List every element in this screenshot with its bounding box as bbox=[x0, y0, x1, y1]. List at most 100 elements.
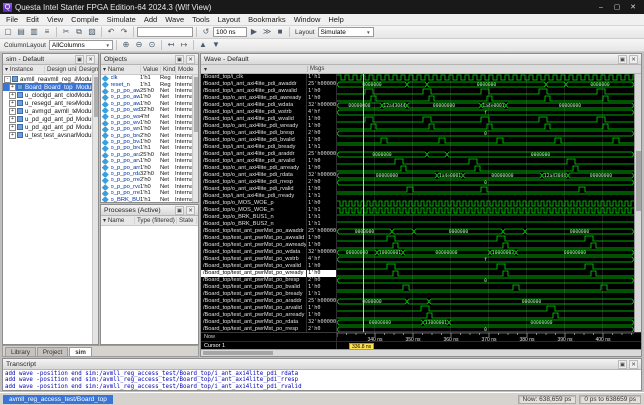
wave-signal-row[interactable]: /Board_top/test_ant_pwrMst_po_rresp2'h00 bbox=[201, 326, 641, 332]
menu-help[interactable]: Help bbox=[324, 15, 347, 24]
find-next-icon[interactable]: ▼ bbox=[210, 40, 222, 51]
processes-panel-close-icon[interactable]: ✕ bbox=[186, 206, 195, 215]
object-row[interactable]: o_p_po_araddr25'h0NetInternal bbox=[101, 152, 198, 158]
object-row[interactable]: clk1'h1RegInternal bbox=[101, 75, 198, 81]
wave-cursor-line[interactable] bbox=[363, 74, 364, 332]
wave-signal-row[interactable]: /Board_top/o_MOS_WOE_n1'h1 bbox=[201, 207, 641, 214]
wave-signal-row[interactable]: /Board_top/test_ant_pwrMst_po_arready1'h… bbox=[201, 312, 641, 319]
objects-scrollbar[interactable] bbox=[192, 75, 198, 202]
restart-icon[interactable]: ↺ bbox=[200, 27, 212, 38]
object-row[interactable]: o_p_po_rdata32'h0NetInternal bbox=[101, 171, 198, 177]
objects-scrollbar-thumb[interactable] bbox=[194, 77, 198, 132]
tab-project[interactable]: Project bbox=[37, 347, 68, 356]
column-design-u[interactable]: Design u bbox=[77, 66, 98, 73]
active-context-chip[interactable]: avmll_reg_access_test/Board_top bbox=[3, 395, 113, 404]
menu-edit[interactable]: Edit bbox=[22, 15, 43, 24]
wave-signal-row[interactable]: /Board_top/test_ant_pwrMst_po_wdata32'h0… bbox=[201, 249, 641, 256]
wave-signal-row[interactable]: /Board_top/o_ant_axi4lite_pdi_rvalid1'h0 bbox=[201, 186, 641, 193]
object-row[interactable]: o_p_po_awaddr25'h0NetInternal bbox=[101, 88, 198, 94]
menu-compile[interactable]: Compile bbox=[67, 15, 103, 24]
sim-panel-dock-icon[interactable]: ▣ bbox=[75, 55, 84, 64]
wave-signal-row[interactable]: /Board_top/o_MOS_WOE_p1'h0 bbox=[201, 200, 641, 207]
sim-scrollbar-thumb[interactable] bbox=[94, 77, 98, 117]
wave-signal-row[interactable]: /Board_top/test_ant_pwrMst_po_bready1'h1 bbox=[201, 291, 641, 298]
wave-horizontal-scrollbar-thumb[interactable] bbox=[203, 351, 273, 355]
wave-signal-row[interactable]: /Board_top/i_ant_axi4lite_pdi_rready1'h1 bbox=[201, 193, 641, 200]
sim-column-header[interactable]: ▾ InstanceDesign unitDesign u bbox=[3, 65, 98, 75]
new-file-icon[interactable]: ▢ bbox=[2, 27, 14, 38]
wave-signal-row[interactable]: /Board_top/test_ant_pwrMst_po_wvalid1'h0 bbox=[201, 263, 641, 270]
objects-panel-close-icon[interactable]: ✕ bbox=[186, 55, 195, 64]
close-button[interactable]: ✕ bbox=[625, 1, 641, 13]
wave-signal-row[interactable]: /Board_top/o_ant_axi4lite_pdi_bresp2'h00 bbox=[201, 130, 641, 137]
wave-signal-row[interactable]: /Board_top/test_ant_pwrMst_po_awaddr25'h… bbox=[201, 228, 641, 235]
processes-panel-dock-icon[interactable]: ▣ bbox=[175, 206, 184, 215]
instance-row[interactable]: +Board_topBoard_topModule bbox=[3, 83, 98, 91]
expander-icon[interactable]: + bbox=[9, 124, 16, 131]
object-row[interactable]: o_p_po_wvalid1'h0NetInternal bbox=[101, 120, 198, 126]
tab-sim[interactable]: sim bbox=[69, 347, 92, 356]
wave-signal-row[interactable]: /Board_top/o_ant_axi4lite_pdi_rdata32'h0… bbox=[201, 172, 641, 179]
object-row[interactable]: o_p_po_wready1'h0NetInternal bbox=[101, 126, 198, 132]
paste-icon[interactable]: ▨ bbox=[86, 27, 98, 38]
wave-panel-dock-icon[interactable]: ▣ bbox=[618, 55, 627, 64]
object-row[interactable]: o_p_po_arvalid1'h0NetInternal bbox=[101, 158, 198, 164]
wave-signal-row[interactable]: /Board_top/test_ant_pwrMst_po_arvalid1'h… bbox=[201, 305, 641, 312]
wave-signal-row[interactable]: /Board_top/i_ant_axi4lite_pdi_bready1'h1 bbox=[201, 144, 641, 151]
expander-icon[interactable]: + bbox=[9, 116, 16, 123]
menu-file[interactable]: File bbox=[2, 15, 22, 24]
wave-signal-row[interactable]: /Board_top/i_ant_axi4lite_pdi_araddr25'h… bbox=[201, 151, 641, 158]
wave-horizontal-scrollbar[interactable] bbox=[201, 349, 641, 356]
run-length-input[interactable] bbox=[213, 27, 247, 37]
zoom-in-icon[interactable]: ⊕ bbox=[120, 40, 132, 51]
continue-run-icon[interactable]: ≫ bbox=[261, 27, 273, 38]
maximize-button[interactable]: ▢ bbox=[609, 1, 625, 13]
find-input[interactable] bbox=[137, 27, 193, 37]
wave-signal-row[interactable]: /Board_top/o_BRK_BUS2_n1'h1 bbox=[201, 221, 641, 228]
wave-signal-row[interactable]: /Board_top/i_ant_axi4lite_pdi_arvalid1'h… bbox=[201, 158, 641, 165]
object-row[interactable]: o_BRK_BUS1_n1'h1NetInternal bbox=[101, 196, 198, 202]
wave-signal-row[interactable]: /Board_top/test_ant_pwrMst_po_rdata32'h0… bbox=[201, 319, 641, 326]
column-type-filtered-[interactable]: Type (filtered) bbox=[135, 217, 177, 224]
column-value[interactable]: Value bbox=[141, 66, 161, 73]
redo-icon[interactable]: ↷ bbox=[118, 27, 130, 38]
wave-signal-row[interactable]: /Board_top/o_BRK_BUS1_n1'h1 bbox=[201, 214, 641, 221]
expander-icon[interactable]: + bbox=[9, 84, 16, 91]
menu-add[interactable]: Add bbox=[140, 15, 161, 24]
layout-combobox[interactable]: Simulate▼ bbox=[318, 27, 374, 37]
find-previous-icon[interactable]: ▲ bbox=[197, 40, 209, 51]
wave-signal-row[interactable]: /Board_top/test_ant_pwrMst_po_wstrb4'hff bbox=[201, 256, 641, 263]
object-row[interactable]: o_p_po_wstrb4'hfNetInternal bbox=[101, 113, 198, 119]
wave-signal-row[interactable]: /Board_top/test_ant_pwrMst_po_araddr25'h… bbox=[201, 298, 641, 305]
object-row[interactable]: o_p_po_rvalid1'h0NetInternal bbox=[101, 184, 198, 190]
open-file-icon[interactable]: ▤ bbox=[15, 27, 27, 38]
menu-view[interactable]: View bbox=[43, 15, 67, 24]
instance-row[interactable]: +u_clockgd_ant_clockModule bbox=[3, 91, 98, 99]
wave-vertical-scrollbar[interactable] bbox=[634, 74, 641, 332]
wave-column-header[interactable]: ▾ Msgs bbox=[201, 65, 641, 74]
sim-panel-close-icon[interactable]: ✕ bbox=[86, 55, 95, 64]
run-icon[interactable]: ▶ bbox=[248, 27, 260, 38]
wave-signal-row[interactable]: /Board_top/i_ant_axi4lite_pdi_awaddr25'h… bbox=[201, 81, 641, 88]
stop-icon[interactable]: ■ bbox=[274, 27, 286, 38]
wave-signal-row[interactable]: /Board_top/i_ant_axi4lite_pdi_awvalid1'h… bbox=[201, 88, 641, 95]
instance-row[interactable]: -avmll_reg_access_testavmll_reg_acModule bbox=[3, 75, 98, 83]
transcript-close-icon[interactable]: ✕ bbox=[629, 360, 638, 369]
menu-window[interactable]: Window bbox=[290, 15, 325, 24]
menu-layout[interactable]: Layout bbox=[214, 15, 245, 24]
expander-icon[interactable]: - bbox=[4, 76, 11, 83]
wave-signal-row[interactable]: /Board_top/o_ant_axi4lite_pdi_awready1'h… bbox=[201, 95, 641, 102]
object-row[interactable]: o_p_po_arready1'h0NetInternal bbox=[101, 164, 198, 170]
menu-wave[interactable]: Wave bbox=[161, 15, 188, 24]
wave-vertical-scrollbar-thumb[interactable] bbox=[636, 151, 641, 211]
wave-sort-icon[interactable]: ▾ bbox=[201, 66, 307, 73]
processes-column-header[interactable]: ▾ NameType (filtered)State bbox=[101, 216, 198, 226]
wave-panel-close-icon[interactable]: ✕ bbox=[629, 55, 638, 64]
wave-signal-row[interactable]: /Board_top/test_ant_pwrMst_po_awready1'h… bbox=[201, 242, 641, 249]
object-row[interactable]: o_p_po_awvalid1'h0NetInternal bbox=[101, 94, 198, 100]
wave-signal-row[interactable]: /Board_top/test_ant_pwrMst_po_awvalid1'h… bbox=[201, 235, 641, 242]
object-row[interactable]: o_p_po_wdata32'h0NetInternal bbox=[101, 107, 198, 113]
transcript-body[interactable]: add wave -position end sim:/avmll_reg_ac… bbox=[3, 370, 641, 390]
object-row[interactable]: o_p_po_rresp2'h0NetInternal bbox=[101, 177, 198, 183]
next-transition-icon[interactable]: ↦ bbox=[178, 40, 190, 51]
